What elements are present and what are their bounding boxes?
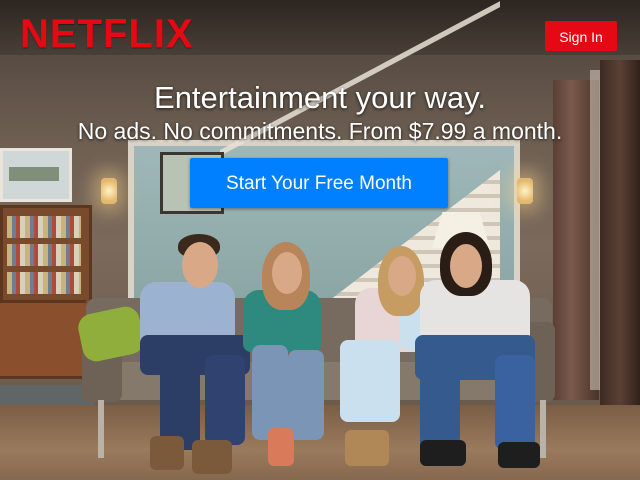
- wall-lamp: [517, 178, 533, 204]
- sign-in-button[interactable]: Sign In: [545, 21, 617, 51]
- wall-lamp: [101, 178, 117, 204]
- netflix-logo[interactable]: NETFLIX: [20, 12, 194, 58]
- hero-subheadline: No ads. No commitments. From $7.99 a mon…: [77, 118, 563, 144]
- start-free-month-button[interactable]: Start Your Free Month: [190, 158, 448, 208]
- wall-picture-frame: [0, 148, 72, 202]
- sofa-leg: [540, 400, 546, 458]
- sofa-leg: [98, 400, 104, 458]
- hero-background-photo: [0, 0, 640, 480]
- rug: [0, 385, 95, 407]
- cabinet: [0, 300, 86, 376]
- hero-headline: Entertainment your way.: [154, 80, 486, 115]
